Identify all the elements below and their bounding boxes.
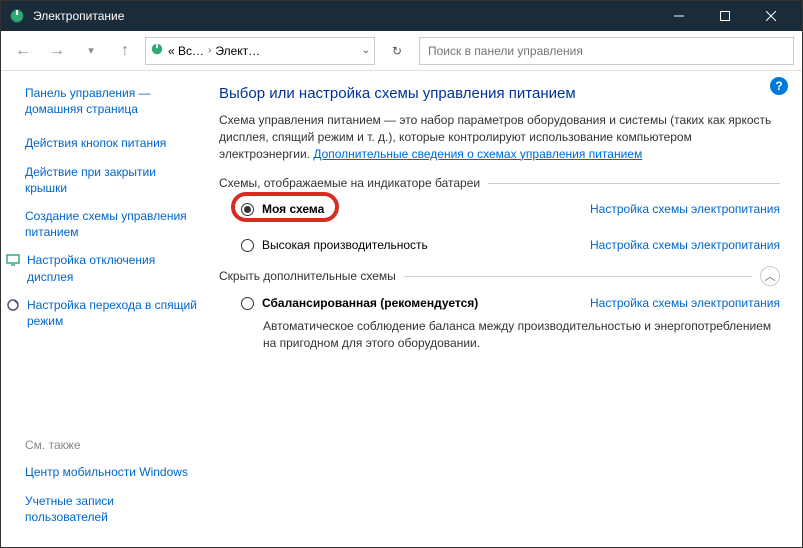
maximize-button[interactable] <box>702 1 748 31</box>
plan-settings-link[interactable]: Настройка схемы электропитания <box>590 238 780 252</box>
plan-row-balanced: Сбалансированная (рекомендуется) Настрой… <box>219 292 780 314</box>
display-icon <box>5 252 21 268</box>
content-area: Панель управления — домашняя страница Де… <box>1 71 802 547</box>
sidebar-link-display[interactable]: Настройка отключения дисплея <box>27 252 199 284</box>
sidebar-link-sleep[interactable]: Настройка перехода в спящий режим <box>27 297 199 329</box>
minimize-button[interactable] <box>656 1 702 31</box>
sleep-icon <box>5 297 21 313</box>
back-button[interactable]: ← <box>9 37 37 65</box>
chevron-right-icon: › <box>208 45 211 56</box>
radio-high-perf[interactable] <box>241 239 254 252</box>
breadcrumb-current[interactable]: Элект… <box>215 44 260 58</box>
window-title: Электропитание <box>33 9 656 23</box>
divider <box>404 276 752 277</box>
page-description: Схема управления питанием — это набор па… <box>219 112 780 162</box>
group-label-text: Скрыть дополнительные схемы <box>219 269 396 283</box>
close-button[interactable] <box>748 1 794 31</box>
see-also-header: См. также <box>25 438 199 452</box>
group-label-text: Схемы, отображаемые на индикаторе батаре… <box>219 176 480 190</box>
app-icon <box>9 8 25 24</box>
sidebar-home-link[interactable]: Панель управления — домашняя страница <box>25 85 199 117</box>
search-input[interactable] <box>419 37 794 65</box>
breadcrumb-prefix[interactable]: « Вс… <box>168 44 204 58</box>
sidebar-link[interactable]: Действие при закрытии крышки <box>25 164 199 196</box>
refresh-button[interactable]: ↻ <box>381 37 413 65</box>
desc-link[interactable]: Дополнительные сведения о схемах управле… <box>313 147 642 161</box>
see-also-link[interactable]: Центр мобильности Windows <box>25 464 199 480</box>
history-dropdown[interactable]: ▾ <box>77 37 105 65</box>
power-icon <box>150 42 164 59</box>
chevron-down-icon[interactable]: ⌄ <box>362 45 370 56</box>
up-button[interactable]: ↑ <box>111 37 139 65</box>
plan-name: Моя схема <box>262 202 324 216</box>
plan-name: Высокая производительность <box>262 238 428 252</box>
plan-settings-link[interactable]: Настройка схемы электропитания <box>590 296 780 310</box>
main-panel: ? Выбор или настройка схемы управления п… <box>209 71 802 547</box>
sidebar: Панель управления — домашняя страница Де… <box>1 71 209 547</box>
radio-my-plan[interactable] <box>241 203 254 216</box>
plan-settings-link[interactable]: Настройка схемы электропитания <box>590 202 780 216</box>
plan-name: Сбалансированная (рекомендуется) <box>262 296 478 310</box>
group-hidden-plans: Скрыть дополнительные схемы ︿ <box>219 266 780 286</box>
help-icon[interactable]: ? <box>770 77 788 95</box>
divider <box>488 183 780 184</box>
plan-description: Автоматическое соблюдение баланса между … <box>219 318 780 352</box>
sidebar-link[interactable]: Создание схемы управления питанием <box>25 208 199 240</box>
plan-row-high-perf: Высокая производительность Настройка схе… <box>219 234 780 256</box>
title-bar: Электропитание <box>1 1 802 31</box>
collapse-button[interactable]: ︿ <box>760 266 780 286</box>
toolbar: ← → ▾ ↑ « Вс… › Элект… ⌄ ↻ <box>1 31 802 71</box>
see-also-link[interactable]: Учетные записи пользователей <box>25 493 199 525</box>
breadcrumb[interactable]: « Вс… › Элект… ⌄ <box>145 37 375 65</box>
radio-balanced[interactable] <box>241 297 254 310</box>
plan-row-custom: Моя схема Настройка схемы электропитания <box>219 198 780 220</box>
window-controls <box>656 1 794 31</box>
page-title: Выбор или настройка схемы управления пит… <box>219 85 780 102</box>
group-battery-plans: Схемы, отображаемые на индикаторе батаре… <box>219 176 780 190</box>
sidebar-link[interactable]: Действия кнопок питания <box>25 135 199 151</box>
forward-button[interactable]: → <box>43 37 71 65</box>
